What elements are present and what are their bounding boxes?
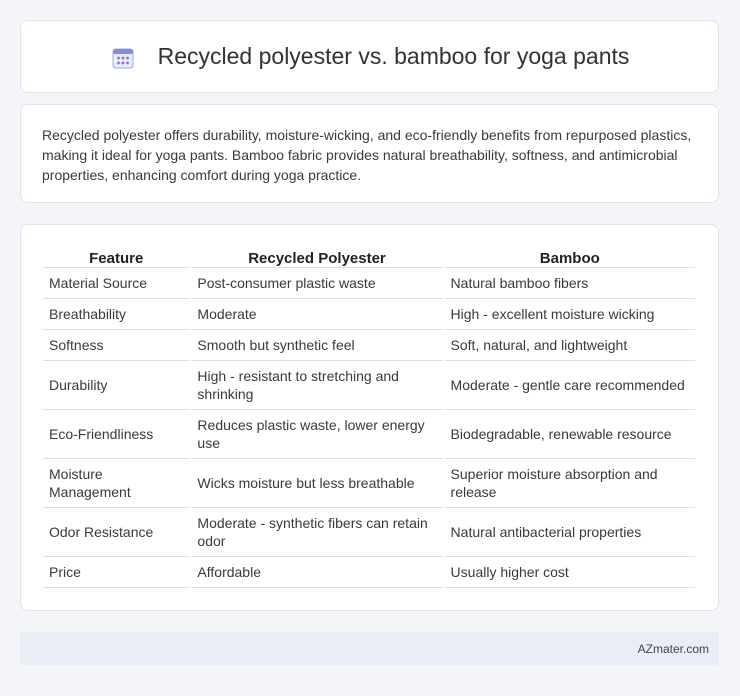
table-row: Softness Smooth but synthetic feel Soft,… [43, 330, 695, 361]
table-row: Eco-Friendliness Reduces plastic waste, … [43, 410, 695, 459]
feature-cell: Material Source [43, 268, 190, 299]
feature-cell: Odor Resistance [43, 508, 190, 557]
bamboo-cell: Superior moisture absorption and release [444, 459, 695, 508]
table-row: Durability High - resistant to stretchin… [43, 361, 695, 410]
feature-cell: Moisture Management [43, 459, 190, 508]
footer: AZmater.com [20, 632, 719, 665]
feature-cell: Eco-Friendliness [43, 410, 190, 459]
bamboo-cell: Usually higher cost [444, 557, 695, 588]
polyester-cell: High - resistant to stretching and shrin… [191, 361, 443, 410]
feature-cell: Softness [43, 330, 190, 361]
comparison-table-card: Feature Recycled Polyester Bamboo Materi… [20, 224, 719, 611]
bamboo-cell: High - excellent moisture wicking [444, 299, 695, 330]
feature-cell: Breathability [43, 299, 190, 330]
table-row: Breathability Moderate High - excellent … [43, 299, 695, 330]
polyester-cell: Reduces plastic waste, lower energy use [191, 410, 443, 459]
feature-cell: Price [43, 557, 190, 588]
polyester-cell: Affordable [191, 557, 443, 588]
bamboo-cell: Soft, natural, and lightweight [444, 330, 695, 361]
page-title: Recycled polyester vs. bamboo for yoga p… [157, 43, 630, 69]
column-header-bamboo: Bamboo [444, 245, 695, 268]
comparison-table: Feature Recycled Polyester Bamboo Materi… [41, 245, 697, 588]
column-header-recycled-polyester: Recycled Polyester [191, 245, 443, 268]
bamboo-cell: Moderate - gentle care recommended [444, 361, 695, 410]
table-header-row: Feature Recycled Polyester Bamboo [43, 245, 695, 268]
table-row: Odor Resistance Moderate - synthetic fib… [43, 508, 695, 557]
bamboo-cell: Natural antibacterial properties [444, 508, 695, 557]
bamboo-cell: Biodegradable, renewable resource [444, 410, 695, 459]
summary-card: Recycled polyester offers durability, mo… [20, 104, 719, 203]
column-header-feature: Feature [43, 245, 190, 268]
table-row: Price Affordable Usually higher cost [43, 557, 695, 588]
polyester-cell: Moderate [191, 299, 443, 330]
bamboo-cell: Natural bamboo fibers [444, 268, 695, 299]
table-row: Material Source Post-consumer plastic wa… [43, 268, 695, 299]
polyester-cell: Post-consumer plastic waste [191, 268, 443, 299]
summary-text: Recycled polyester offers durability, mo… [42, 127, 692, 183]
polyester-cell: Moderate - synthetic fibers can retain o… [191, 508, 443, 557]
polyester-cell: Wicks moisture but less breathable [191, 459, 443, 508]
feature-cell: Durability [43, 361, 190, 410]
table-row: Moisture Management Wicks moisture but l… [43, 459, 695, 508]
calendar-icon [112, 48, 134, 68]
polyester-cell: Smooth but synthetic feel [191, 330, 443, 361]
footer-site-name: AZmater.com [637, 641, 709, 656]
title-card: Recycled polyester vs. bamboo for yoga p… [20, 20, 719, 93]
